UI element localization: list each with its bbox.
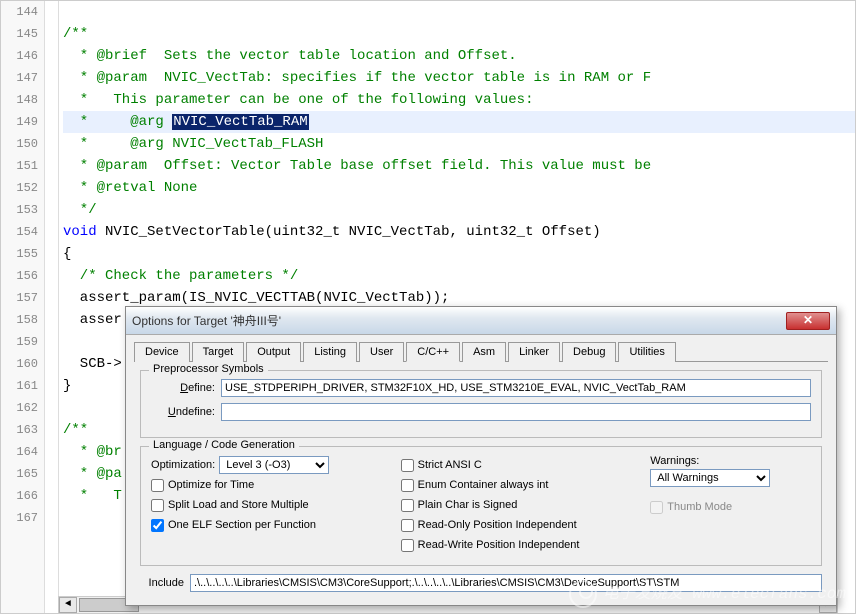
define-input[interactable] [221, 379, 811, 397]
warnings-select[interactable]: All Warnings [650, 469, 770, 487]
preprocessor-group: Preprocessor Symbols Define: Undefine: [140, 370, 822, 438]
include-input[interactable] [190, 574, 822, 592]
split-load-checkbox[interactable] [151, 499, 164, 512]
tab-device[interactable]: Device [134, 342, 190, 362]
thumb-mode-checkbox [650, 501, 663, 514]
strict-ansi-label: Strict ANSI C [418, 459, 482, 471]
fold-bar [45, 1, 59, 613]
optimization-label: Optimization: [151, 459, 215, 471]
tab-cc[interactable]: C/C++ [406, 342, 460, 362]
thumb-mode-label: Thumb Mode [667, 501, 732, 513]
tab-panel-ccpp: Preprocessor Symbols Define: Undefine: L… [126, 362, 836, 606]
strict-ansi-checkbox[interactable] [401, 459, 414, 472]
one-elf-label: One ELF Section per Function [168, 519, 316, 531]
ro-pi-checkbox[interactable] [401, 519, 414, 532]
tab-asm[interactable]: Asm [462, 342, 506, 362]
rw-pi-label: Read-Write Position Independent [418, 539, 580, 551]
tab-target[interactable]: Target [192, 342, 245, 362]
ro-pi-label: Read-Only Position Independent [418, 519, 577, 531]
include-label: Include [140, 577, 190, 589]
enum-int-checkbox[interactable] [401, 479, 414, 492]
tab-utilities[interactable]: Utilities [618, 342, 675, 362]
tab-linker[interactable]: Linker [508, 342, 560, 362]
tab-listing[interactable]: Listing [303, 342, 357, 362]
define-label: Define: [151, 382, 221, 394]
one-elf-checkbox[interactable] [151, 519, 164, 532]
optimization-select[interactable]: Level 3 (-O3) [219, 456, 329, 474]
plain-char-label: Plain Char is Signed [418, 499, 518, 511]
dialog-title: Options for Target '神舟III号' [132, 312, 786, 329]
group-title: Preprocessor Symbols [149, 363, 268, 375]
tab-debug[interactable]: Debug [562, 342, 616, 362]
enum-int-label: Enum Container always int [418, 479, 549, 491]
close-button[interactable]: ✕ [786, 312, 830, 330]
group-title: Language / Code Generation [149, 439, 299, 451]
plain-char-checkbox[interactable] [401, 499, 414, 512]
tab-output[interactable]: Output [246, 342, 301, 362]
optimize-time-label: Optimize for Time [168, 479, 254, 491]
dialog-tabs: DeviceTargetOutputListingUserC/C++AsmLin… [134, 341, 828, 362]
tab-user[interactable]: User [359, 342, 404, 362]
split-load-label: Split Load and Store Multiple [168, 499, 309, 511]
rw-pi-checkbox[interactable] [401, 539, 414, 552]
optimize-time-checkbox[interactable] [151, 479, 164, 492]
undefine-input[interactable] [221, 403, 811, 421]
language-group: Language / Code Generation Optimization:… [140, 446, 822, 566]
options-dialog: Options for Target '神舟III号' ✕ DeviceTarg… [125, 306, 837, 606]
dialog-titlebar[interactable]: Options for Target '神舟III号' ✕ [126, 307, 836, 335]
warnings-label: Warnings: [650, 455, 811, 467]
scroll-left-button[interactable]: ◄ [59, 597, 77, 613]
undefine-label: Undefine: [151, 406, 221, 418]
line-number-gutter: 1441451461471481491501511521531541551561… [1, 1, 45, 613]
